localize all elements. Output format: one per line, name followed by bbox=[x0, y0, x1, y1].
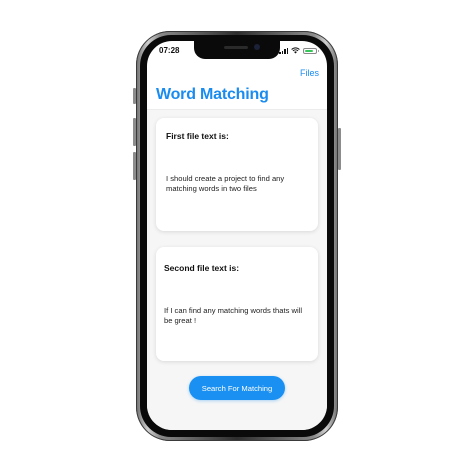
front-camera bbox=[254, 44, 260, 50]
page-title: Word Matching bbox=[156, 86, 269, 103]
speaker-grille bbox=[224, 46, 248, 49]
volume-up-button bbox=[133, 118, 136, 146]
app-screen: 07:28 Files Word Matching First file tex… bbox=[147, 41, 327, 430]
battery-level bbox=[305, 49, 313, 52]
second-file-heading: Second file text is: bbox=[164, 263, 240, 273]
search-for-matching-button[interactable]: Search For Matching bbox=[189, 376, 285, 400]
second-file-card: Second file text is: If I can find any m… bbox=[156, 247, 318, 361]
notch bbox=[194, 41, 280, 59]
volume-down-button bbox=[133, 152, 136, 180]
wifi-icon bbox=[291, 47, 300, 54]
status-icons bbox=[279, 47, 319, 54]
second-file-text: If I can find any matching words thats w… bbox=[164, 306, 303, 325]
first-file-card: First file text is: I should create a pr… bbox=[156, 118, 318, 231]
silent-switch bbox=[133, 88, 136, 104]
files-button[interactable]: Files bbox=[300, 68, 319, 78]
battery-tip bbox=[317, 50, 319, 52]
signal-icon bbox=[279, 47, 288, 54]
first-file-text: I should create a project to find any ma… bbox=[166, 174, 285, 193]
status-time: 07:28 bbox=[159, 46, 180, 55]
first-file-heading: First file text is: bbox=[166, 131, 229, 141]
battery-icon bbox=[303, 47, 319, 54]
power-button bbox=[338, 128, 341, 170]
